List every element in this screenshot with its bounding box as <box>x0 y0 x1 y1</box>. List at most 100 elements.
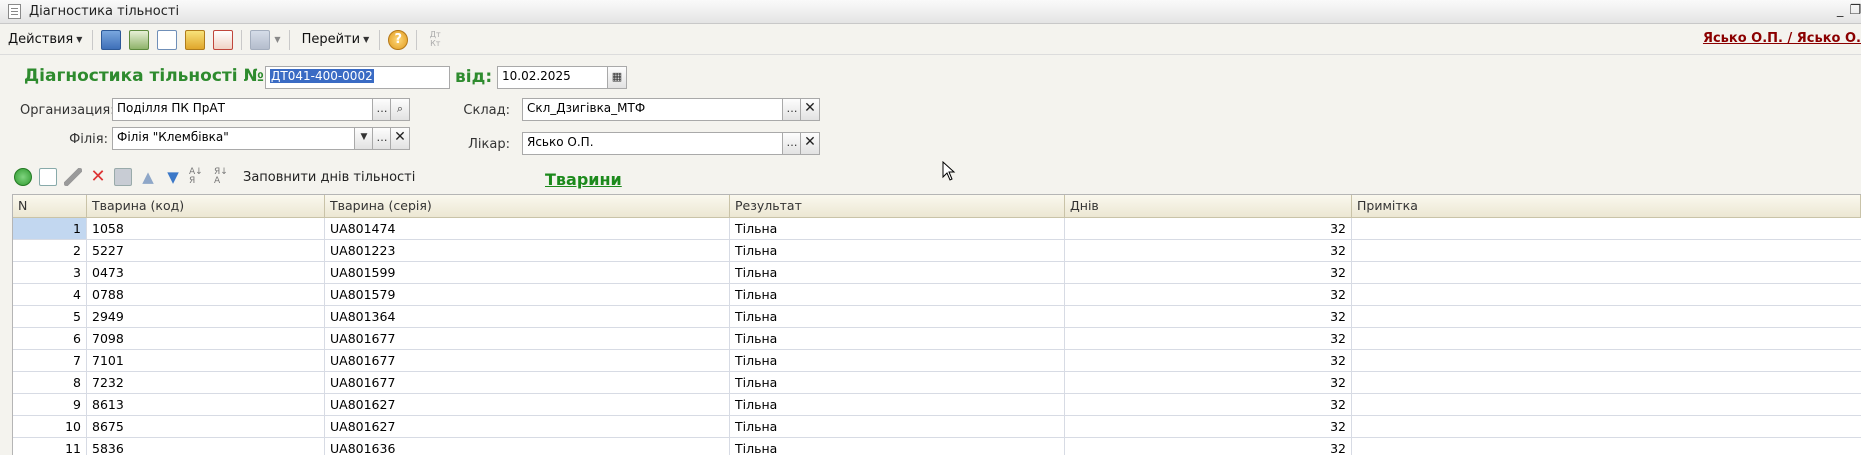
column-header-days[interactable]: Днів <box>1065 195 1352 217</box>
cell-days[interactable]: 32 <box>1065 416 1352 437</box>
cell-code[interactable]: 8613 <box>87 394 325 415</box>
cell-result[interactable]: Тільна <box>730 218 1065 239</box>
cell-result[interactable]: Тільна <box>730 284 1065 305</box>
goto-menu[interactable]: Перейти ▼ <box>294 32 376 47</box>
cancel-posting-icon[interactable] <box>213 29 234 50</box>
cell-code[interactable]: 2949 <box>87 306 325 327</box>
user-link[interactable]: Ясько О.П. / Ясько О. <box>1703 31 1861 46</box>
restore-button[interactable]: ❐ <box>1849 3 1861 18</box>
cell-n[interactable]: 6 <box>13 328 87 349</box>
dropdown-arrow-icon[interactable]: ▼ <box>354 127 374 150</box>
cell-note[interactable] <box>1352 372 1861 393</box>
cell-series[interactable]: UA801223 <box>325 240 730 261</box>
search-icon[interactable]: ⌕ <box>390 98 410 121</box>
date-field[interactable]: 10.02.2025 <box>497 66 609 89</box>
warehouse-select-button[interactable]: … <box>782 98 802 121</box>
edit-row-icon[interactable] <box>64 168 82 186</box>
help-icon[interactable]: ? <box>388 29 409 50</box>
cell-code[interactable]: 8675 <box>87 416 325 437</box>
add-row-icon[interactable] <box>14 168 32 186</box>
column-header-note[interactable]: Примітка <box>1352 195 1861 217</box>
cell-days[interactable]: 32 <box>1065 394 1352 415</box>
cell-code[interactable]: 0473 <box>87 262 325 283</box>
branch-field[interactable]: Філія "Клембівка" <box>112 127 356 150</box>
doctor-field[interactable]: Ясько О.П. <box>522 132 784 155</box>
org-field[interactable]: Поділля ПК ПрАТ <box>112 98 374 121</box>
table-row[interactable]: 1 1058 UA801474 Тільна 32 <box>13 218 1861 240</box>
column-header-n[interactable]: N <box>13 195 87 217</box>
clear-icon[interactable]: ✕ <box>800 132 820 155</box>
column-header-result[interactable]: Результат <box>730 195 1065 217</box>
end-edit-icon[interactable] <box>114 168 132 186</box>
cell-note[interactable] <box>1352 416 1861 437</box>
cell-series[interactable]: UA801677 <box>325 350 730 371</box>
column-header-series[interactable]: Тварина (серія) <box>325 195 730 217</box>
cell-result[interactable]: Тільна <box>730 350 1065 371</box>
cell-note[interactable] <box>1352 394 1861 415</box>
cell-n[interactable]: 7 <box>13 350 87 371</box>
cell-result[interactable]: Тільна <box>730 394 1065 415</box>
dt-kt-icon[interactable]: Дт Кт <box>425 30 445 50</box>
cell-code[interactable]: 7232 <box>87 372 325 393</box>
cell-n[interactable]: 9 <box>13 394 87 415</box>
cell-series[interactable]: UA801579 <box>325 284 730 305</box>
cell-note[interactable] <box>1352 328 1861 349</box>
cell-series[interactable]: UA801627 <box>325 416 730 437</box>
branch-select-button[interactable]: … <box>372 127 392 150</box>
cell-result[interactable]: Тільна <box>730 240 1065 261</box>
clear-icon[interactable]: ✕ <box>800 98 820 121</box>
table-row[interactable]: 6 7098 UA801677 Тільна 32 <box>13 328 1861 350</box>
post-document-icon[interactable] <box>185 29 206 50</box>
cell-series[interactable]: UA801599 <box>325 262 730 283</box>
cell-series[interactable]: UA801677 <box>325 328 730 349</box>
clear-icon[interactable]: ✕ <box>390 127 410 150</box>
cell-code[interactable]: 7101 <box>87 350 325 371</box>
table-row[interactable]: 10 8675 UA801627 Тільна 32 <box>13 416 1861 438</box>
cell-note[interactable] <box>1352 306 1861 327</box>
minimize-button[interactable]: _ <box>1837 3 1844 18</box>
cell-note[interactable] <box>1352 350 1861 371</box>
copy-row-icon[interactable] <box>39 168 57 186</box>
cell-n[interactable]: 3 <box>13 262 87 283</box>
cell-result[interactable]: Тільна <box>730 372 1065 393</box>
cell-note[interactable] <box>1352 262 1861 283</box>
cell-code[interactable]: 7098 <box>87 328 325 349</box>
org-select-button[interactable]: … <box>372 98 392 121</box>
cell-days[interactable]: 32 <box>1065 284 1352 305</box>
cell-series[interactable]: UA801364 <box>325 306 730 327</box>
column-header-code[interactable]: Тварина (код) <box>87 195 325 217</box>
table-row[interactable]: 5 2949 UA801364 Тільна 32 <box>13 306 1861 328</box>
cell-n[interactable]: 11 <box>13 438 87 455</box>
table-row[interactable]: 2 5227 UA801223 Тільна 32 <box>13 240 1861 262</box>
warehouse-field[interactable]: Скл_Дзигівка_МТФ <box>522 98 784 121</box>
cell-code[interactable]: 1058 <box>87 218 325 239</box>
cell-days[interactable]: 32 <box>1065 328 1352 349</box>
cell-result[interactable]: Тільна <box>730 438 1065 455</box>
cell-n[interactable]: 8 <box>13 372 87 393</box>
cell-result[interactable]: Тільна <box>730 306 1065 327</box>
cell-days[interactable]: 32 <box>1065 262 1352 283</box>
cell-result[interactable]: Тільна <box>730 262 1065 283</box>
table-row[interactable]: 11 5836 UA801636 Тільна 32 <box>13 438 1861 455</box>
cell-n[interactable]: 1 <box>13 218 87 239</box>
doc-number-field[interactable]: ДТ041-400-0002 <box>265 66 450 89</box>
cell-days[interactable]: 32 <box>1065 350 1352 371</box>
cell-code[interactable]: 5227 <box>87 240 325 261</box>
doctor-select-button[interactable]: … <box>782 132 802 155</box>
fill-days-button[interactable]: Заповнити днів тільності <box>243 170 415 185</box>
save-icon[interactable] <box>129 29 150 50</box>
delete-row-icon[interactable]: ✕ <box>89 168 107 186</box>
move-down-icon[interactable]: ▼ <box>164 168 182 186</box>
cell-series[interactable]: UA801627 <box>325 394 730 415</box>
cell-result[interactable]: Тільна <box>730 416 1065 437</box>
move-up-icon[interactable]: ▲ <box>139 168 157 186</box>
cell-days[interactable]: 32 <box>1065 240 1352 261</box>
table-row[interactable]: 3 0473 UA801599 Тільна 32 <box>13 262 1861 284</box>
cell-code[interactable]: 0788 <box>87 284 325 305</box>
cell-series[interactable]: UA801636 <box>325 438 730 455</box>
cell-days[interactable]: 32 <box>1065 438 1352 455</box>
cell-n[interactable]: 2 <box>13 240 87 261</box>
post-and-close-icon[interactable] <box>101 29 122 50</box>
cell-n[interactable]: 10 <box>13 416 87 437</box>
table-row[interactable]: 7 7101 UA801677 Тільна 32 <box>13 350 1861 372</box>
